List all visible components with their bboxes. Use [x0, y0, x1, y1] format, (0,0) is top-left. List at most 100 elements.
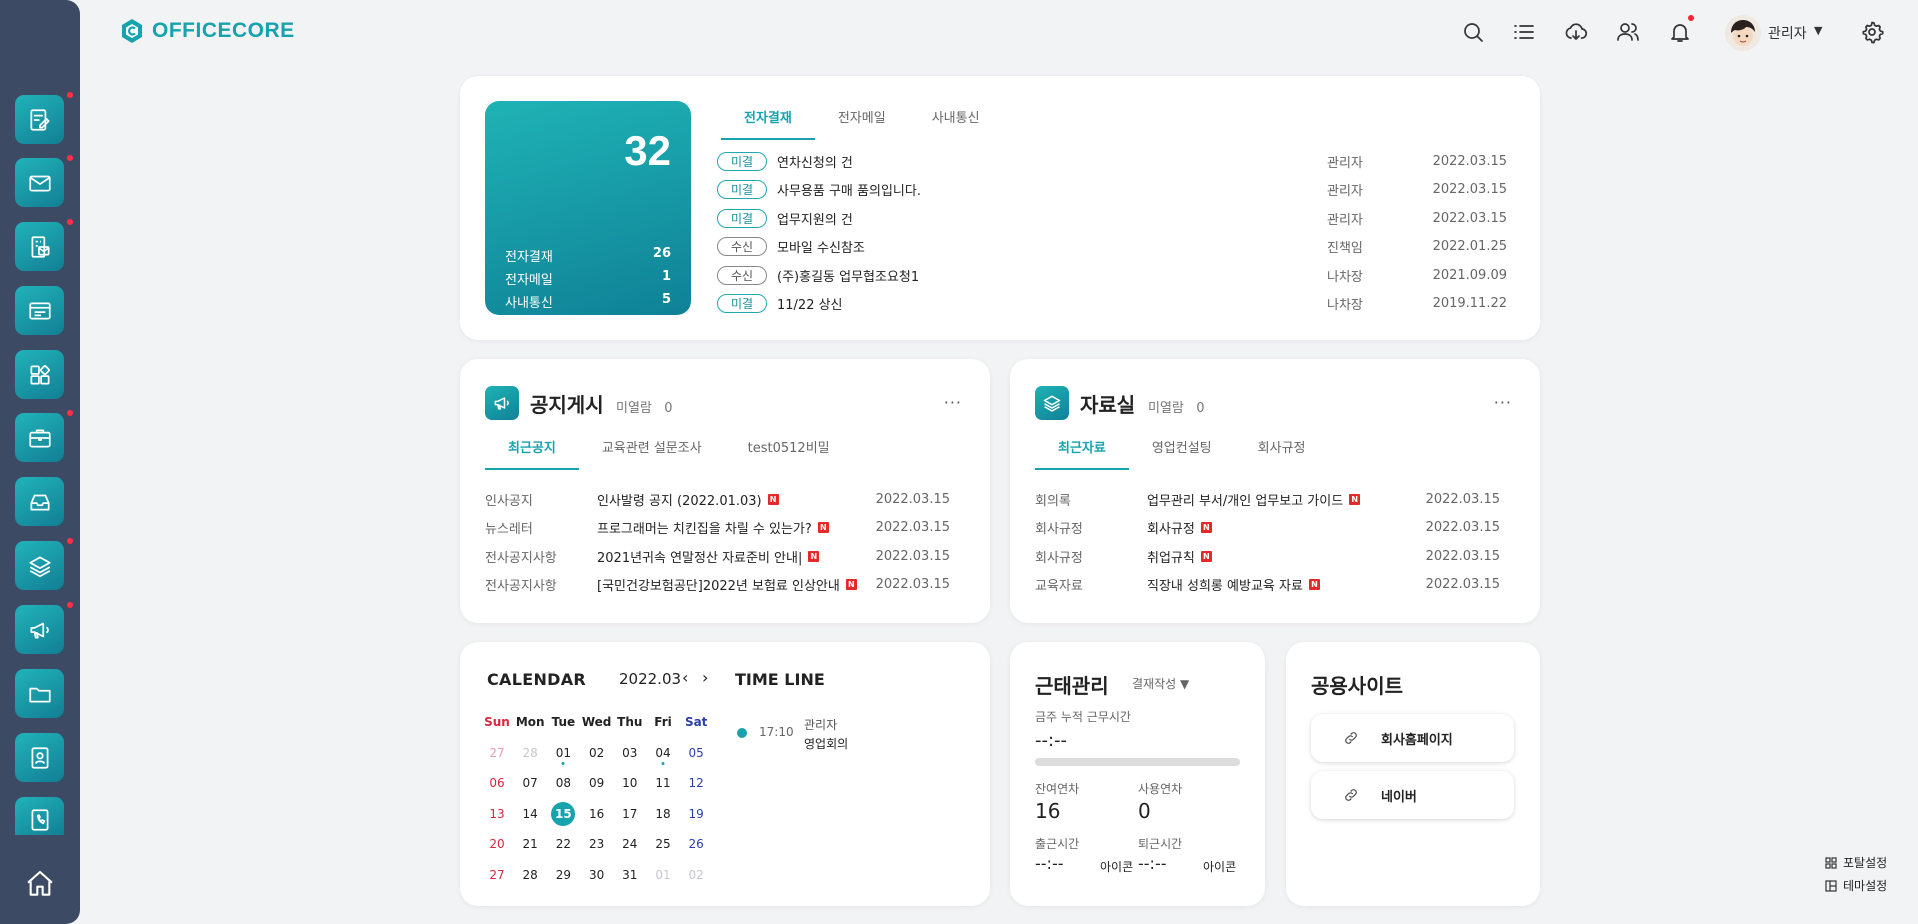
calendar-day[interactable]: 23 — [583, 830, 611, 858]
link-naver[interactable]: 네이버 — [1311, 771, 1514, 819]
list-item[interactable]: 전사공지사항 2021년귀속 연말정산 자료준비 안내| N 2022.03.15 — [485, 545, 950, 567]
clock-out-button[interactable]: 아이콘 — [1203, 858, 1236, 875]
sidebar-item-contacts[interactable] — [15, 733, 64, 782]
calendar-next-button[interactable]: › — [702, 668, 708, 687]
table-row[interactable]: 수신 (주)홍길동 업무협조요청1 나차장 2021.09.09 — [717, 264, 1507, 286]
calendar-day[interactable]: 26 — [682, 830, 710, 858]
tab-internal[interactable]: 사내통신 — [909, 106, 1003, 140]
list-item[interactable]: 전사공지사항 [국민건강보험공단]2022년 보험료 인상안내 N 2022.03… — [485, 573, 950, 595]
calendar-day[interactable]: 31 — [616, 861, 644, 889]
avatar[interactable] — [1725, 15, 1761, 51]
calendar-day[interactable]: 20 — [483, 830, 511, 858]
sidebar-item-apps[interactable] — [15, 350, 64, 399]
row-title[interactable]: 11/22 상신 — [777, 294, 1327, 313]
table-row[interactable]: 수신 모바일 수신참조 진책임 2022.01.25 — [717, 235, 1507, 257]
row-title[interactable]: 업무지원의 건 — [777, 209, 1327, 228]
row-title[interactable]: 사무용품 구매 품의입니다. — [777, 180, 1327, 199]
approval-summary[interactable]: 32 전자결재 26 전자메일 1 사내통신 5 — [485, 101, 691, 315]
theme-settings-button[interactable]: 테마설정 — [1825, 877, 1887, 894]
calendar-day[interactable]: 09 — [583, 769, 611, 797]
home-icon[interactable] — [24, 868, 56, 900]
download-button[interactable] — [1564, 20, 1588, 44]
calendar-day[interactable]: 29 — [549, 861, 577, 889]
calendar-day[interactable]: 04 — [649, 739, 677, 767]
calendar-day[interactable]: 12 — [682, 769, 710, 797]
calendar-day[interactable]: 21 — [516, 830, 544, 858]
search-button[interactable] — [1461, 20, 1485, 44]
sidebar-item-approval[interactable] — [15, 92, 73, 144]
tab-sales-consulting[interactable]: 영업컨설팅 — [1129, 436, 1235, 470]
table-row[interactable]: 미결 사무용품 구매 품의입니다. 관리자 2022.03.15 — [717, 178, 1507, 200]
list-item[interactable]: 회사규정 회사규정 N 2022.03.15 — [1035, 516, 1500, 538]
calendar-day[interactable]: 01 — [649, 861, 677, 889]
clock-in-button[interactable]: 아이콘 — [1100, 858, 1133, 875]
portal-settings-button[interactable]: 포탈설정 — [1825, 854, 1887, 871]
tab-secret-board[interactable]: test0512비밀 — [725, 436, 853, 470]
calendar-day[interactable]: 13 — [483, 800, 511, 828]
tab-approval[interactable]: 전자결재 — [721, 106, 815, 140]
chevron-down-icon[interactable]: ▼ — [1814, 24, 1822, 37]
attendance-mode-dropdown[interactable]: 결재작성 ▼ — [1132, 675, 1189, 692]
item-title[interactable]: 취업규칙 — [1147, 547, 1195, 566]
row-title[interactable]: (주)홍길동 업무협조요청1 — [777, 266, 1327, 285]
item-title[interactable]: 인사발령 공지 (2022.01.03) — [597, 490, 762, 509]
list-item[interactable]: 뉴스레터 프로그래머는 치킨집을 차릴 수 있는가? N 2022.03.15 — [485, 516, 950, 538]
calendar-day[interactable]: 02 — [682, 861, 710, 889]
list-item[interactable]: 인사공지 인사발령 공지 (2022.01.03) N 2022.03.15 — [485, 488, 950, 510]
settings-button[interactable] — [1860, 20, 1884, 44]
item-title[interactable]: 회사규정 — [1147, 518, 1195, 537]
calendar-day[interactable]: 08 — [549, 769, 577, 797]
row-title[interactable]: 모바일 수신참조 — [777, 237, 1327, 256]
notifications-button[interactable] — [1668, 15, 1694, 44]
row-title[interactable]: 연차신청의 건 — [777, 152, 1327, 171]
item-title[interactable]: [국민건강보험공단]2022년 보험료 인상안내 — [597, 575, 840, 594]
calendar-day[interactable]: 22 — [549, 830, 577, 858]
calendar-day[interactable]: 25 — [649, 830, 677, 858]
tab-recent-notice[interactable]: 최근공지 — [485, 436, 579, 470]
app-logo[interactable]: OFFICECORE — [120, 18, 295, 44]
item-title[interactable]: 직장내 성희롱 예방교육 자료 — [1147, 575, 1303, 594]
sidebar-item-work[interactable] — [15, 410, 73, 462]
calendar-day[interactable]: 11 — [649, 769, 677, 797]
calendar-day[interactable]: 06 — [483, 769, 511, 797]
tab-company-rules[interactable]: 회사규정 — [1235, 436, 1329, 470]
calendar-day[interactable]: 17 — [616, 800, 644, 828]
calendar-day[interactable]: 05 — [682, 739, 710, 767]
table-row[interactable]: 미결 업무지원의 건 관리자 2022.03.15 — [717, 207, 1507, 229]
sidebar-item-archive[interactable] — [15, 538, 73, 590]
more-button[interactable]: ··· — [944, 393, 962, 412]
list-button[interactable] — [1512, 20, 1536, 44]
calendar-day[interactable]: 02 — [583, 739, 611, 767]
sidebar-item-phonebook[interactable] — [15, 797, 64, 835]
calendar-day[interactable]: 30 — [583, 861, 611, 889]
list-item[interactable]: 교육자료 직장내 성희롱 예방교육 자료 N 2022.03.15 — [1035, 573, 1500, 595]
calendar-day[interactable]: 18 — [649, 800, 677, 828]
calendar-day[interactable]: 19 — [682, 800, 710, 828]
calendar-day[interactable]: 16 — [583, 800, 611, 828]
sidebar-item-notice[interactable] — [15, 602, 73, 654]
table-row[interactable]: 미결 11/22 상신 나차장 2019.11.22 — [717, 292, 1507, 314]
tab-mail[interactable]: 전자메일 — [815, 106, 909, 140]
calendar-day[interactable]: 27 — [483, 739, 511, 767]
user-name[interactable]: 관리자 — [1768, 23, 1807, 43]
calendar-day[interactable]: 07 — [516, 769, 544, 797]
list-item[interactable]: 회의록 업무관리 부서/개인 업무보고 가이드 N 2022.03.15 — [1035, 488, 1500, 510]
sidebar-item-mail[interactable] — [15, 155, 73, 207]
sidebar-item-company-mail[interactable] — [15, 219, 73, 271]
list-item[interactable]: 회사규정 취업규칙 N 2022.03.15 — [1035, 545, 1500, 567]
more-button[interactable]: ··· — [1494, 393, 1512, 412]
calendar-day[interactable]: 03 — [616, 739, 644, 767]
calendar-day[interactable]: 28 — [516, 861, 544, 889]
sidebar-item-inbox[interactable] — [15, 477, 64, 526]
item-title[interactable]: 프로그래머는 치킨집을 차릴 수 있는가? — [597, 518, 812, 537]
item-title[interactable]: 업무관리 부서/개인 업무보고 가이드 — [1147, 490, 1343, 509]
tab-recent-files[interactable]: 최근자료 — [1035, 436, 1129, 470]
calendar-prev-button[interactable]: ‹ — [682, 668, 688, 687]
calendar-day[interactable]: 15 — [549, 800, 577, 828]
timeline-event[interactable]: 영업회의 — [804, 735, 848, 752]
calendar-day[interactable]: 24 — [616, 830, 644, 858]
link-company-homepage[interactable]: 회사홈페이지 — [1311, 714, 1514, 762]
sidebar-item-files[interactable] — [15, 669, 64, 718]
tab-education-survey[interactable]: 교육관련 설문조사 — [579, 436, 725, 470]
calendar-day[interactable]: 27 — [483, 861, 511, 889]
